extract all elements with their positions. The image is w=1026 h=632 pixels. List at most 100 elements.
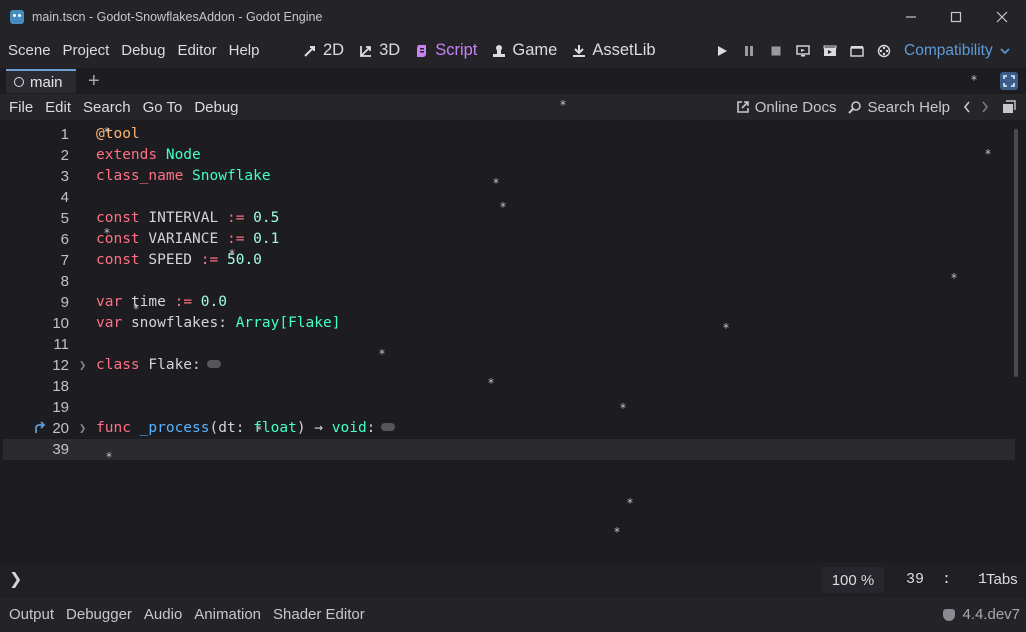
version-info[interactable]: 4.4.dev7: [943, 597, 1020, 632]
remote-debug-button[interactable]: [789, 39, 816, 63]
close-button[interactable]: [979, 0, 1025, 33]
pause-button[interactable]: [735, 39, 762, 63]
script-menu-edit[interactable]: Edit: [39, 99, 77, 116]
maximize-button[interactable]: [933, 0, 979, 33]
help-search-icon: [848, 101, 862, 114]
bottom-tab-audio[interactable]: Audio: [138, 606, 188, 623]
zoom-level-button[interactable]: 100 %: [822, 567, 884, 593]
mode-game-tab[interactable]: Game: [491, 41, 557, 60]
mode-assetlib-tab[interactable]: AssetLib: [571, 41, 656, 60]
run-current-scene-button[interactable]: [816, 39, 843, 63]
toggle-scripts-panel-button[interactable]: [1002, 100, 1016, 114]
godot-logo-icon: [10, 9, 24, 24]
title-bar: main.tscn - Godot-SnowflakesAddon - Godo…: [0, 0, 1026, 33]
script-menu-debug[interactable]: Debug: [188, 99, 244, 116]
menu-debug[interactable]: Debug: [115, 42, 171, 59]
run-custom-scene-button[interactable]: [843, 39, 870, 63]
history-back-button[interactable]: [962, 100, 972, 114]
clapper-play-icon: [823, 45, 836, 56]
folded-code-icon[interactable]: [381, 423, 396, 431]
code-line[interactable]: 20 ❯ func _process(dt: float) → void:: [3, 418, 1015, 439]
menu-project[interactable]: Project: [57, 42, 116, 59]
code-line-current[interactable]: 39: [3, 439, 1015, 460]
indentation-mode[interactable]: Tabs: [986, 571, 1018, 588]
version-label: 4.4.dev7: [962, 606, 1020, 623]
remote-deploy-icon: [795, 44, 810, 56]
script-menu-file[interactable]: File: [3, 99, 39, 116]
keyword-token: var: [96, 294, 123, 310]
code-line[interactable]: 18: [3, 376, 1015, 397]
fold-arrow-icon[interactable]: ❯: [79, 418, 86, 439]
snowflake-icon: *: [488, 376, 494, 390]
renderer-selector[interactable]: Compatibility: [904, 33, 1011, 68]
toggle-scripts-list-icon[interactable]: ❯: [9, 569, 22, 589]
parameter-token: (dt:: [209, 420, 254, 436]
code-line[interactable]: 5 const INTERVAL := 0.5: [3, 208, 1015, 229]
script-menu-search[interactable]: Search: [77, 99, 137, 116]
minimize-button[interactable]: [888, 0, 934, 33]
code-line[interactable]: 6 const VARIANCE := 0.1: [3, 229, 1015, 250]
line-number: 11: [53, 336, 69, 353]
external-link-icon: [736, 101, 749, 113]
fold-arrow-icon[interactable]: ❯: [79, 355, 86, 376]
identifier-token: snowflakes:: [130, 315, 227, 331]
mode-2d-label: 2D: [323, 41, 345, 59]
renderer-label: Compatibility: [904, 41, 993, 59]
line-number: 20: [52, 420, 69, 437]
operator-token: :=: [226, 210, 245, 226]
snowflake-icon: *: [106, 450, 112, 464]
bottom-tab-output[interactable]: Output: [3, 606, 60, 623]
code-line[interactable]: 1 @tool: [3, 124, 1015, 145]
code-line[interactable]: 3 class_name Snowflake: [3, 166, 1015, 187]
keyword-token: var: [96, 315, 123, 331]
code-text: class_name Snowflake: [96, 166, 271, 187]
stop-button[interactable]: [762, 39, 789, 63]
mode-3d-tab[interactable]: 3D: [358, 41, 400, 60]
code-line[interactable]: 4: [3, 187, 1015, 208]
search-help-label: Search Help: [867, 98, 950, 116]
scene-tab-main[interactable]: main: [6, 69, 76, 93]
chevron-down-icon: [1000, 47, 1010, 54]
bottom-panel-bar: Output Debugger Audio Animation Shader E…: [0, 597, 1026, 632]
distraction-free-button[interactable]: [1000, 72, 1018, 90]
editor-scrollbar[interactable]: [1014, 129, 1018, 377]
code-line[interactable]: 7 const SPEED := 50.0: [3, 250, 1015, 271]
run-project-button[interactable]: [708, 39, 735, 63]
bottom-tab-debugger[interactable]: Debugger: [60, 606, 138, 623]
movie-maker-button[interactable]: [870, 39, 897, 63]
code-line[interactable]: 11: [3, 334, 1015, 355]
menu-scene[interactable]: Scene: [2, 42, 57, 59]
operator-token: :=: [226, 231, 245, 247]
mode-2d-tab[interactable]: 2D: [302, 41, 344, 60]
menu-help[interactable]: Help: [223, 42, 266, 59]
bottom-tab-shader-editor[interactable]: Shader Editor: [267, 606, 371, 623]
add-scene-tab-button[interactable]: +: [88, 70, 100, 92]
code-line[interactable]: 19: [3, 397, 1015, 418]
code-line[interactable]: 2 extends Node: [3, 145, 1015, 166]
game-icon: [493, 44, 506, 57]
code-text: var snowflakes: Array[Flake]: [96, 313, 340, 334]
code-line[interactable]: 10 var snowflakes: Array[Flake]: [3, 313, 1015, 334]
mode-script-tab[interactable]: Script: [414, 41, 477, 60]
code-line[interactable]: 12 ❯ class Flake:: [3, 355, 1015, 376]
code-line[interactable]: 8: [3, 271, 1015, 292]
code-line[interactable]: 9 var time := 0.0: [3, 292, 1015, 313]
type-token: Array[Flake]: [235, 315, 341, 331]
bottom-tab-animation[interactable]: Animation: [188, 606, 267, 623]
search-help-button[interactable]: Search Help: [848, 99, 950, 116]
folded-code-icon[interactable]: [206, 360, 221, 368]
code-editor[interactable]: 1 @tool 2 extends Node 3 class_name Snow…: [3, 121, 1020, 561]
annotation-token: @tool: [96, 126, 140, 142]
menu-editor[interactable]: Editor: [171, 42, 222, 59]
script-menu-goto[interactable]: Go To: [137, 99, 189, 116]
code-text: var time := 0.0: [96, 292, 227, 313]
history-forward-button[interactable]: [980, 100, 990, 114]
snowflake-icon: *: [229, 247, 235, 261]
type-token: void: [331, 420, 367, 436]
snowflake-icon: *: [985, 147, 991, 161]
keyword-token: const: [96, 210, 140, 226]
mode-game-label: Game: [512, 41, 558, 59]
online-docs-button[interactable]: Online Docs: [736, 98, 837, 116]
chevron-right-icon: [982, 101, 989, 113]
online-docs-label: Online Docs: [754, 98, 837, 116]
